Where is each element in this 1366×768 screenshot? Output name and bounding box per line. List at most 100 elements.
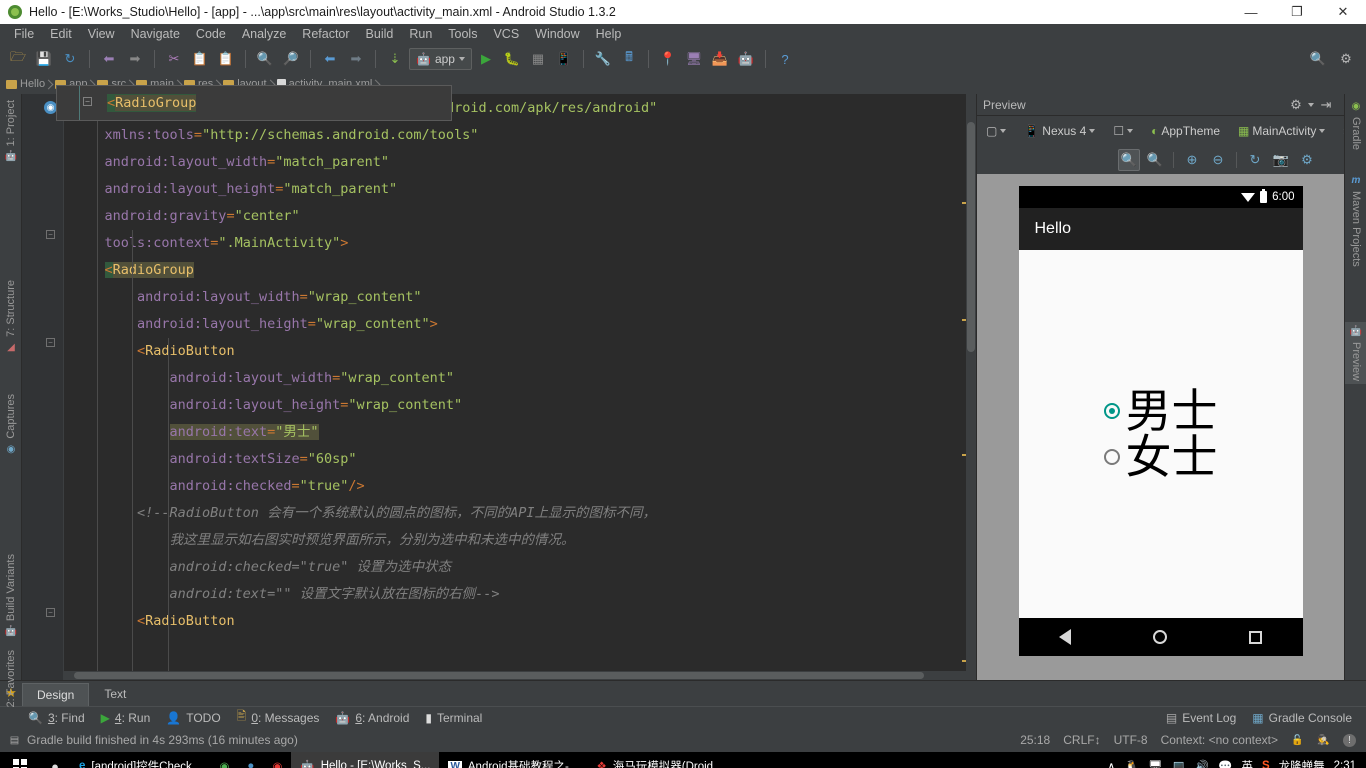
volume-icon[interactable]: 🔊 [1195,759,1209,768]
menu-vcs[interactable]: VCS [485,25,527,43]
zoom-fit-icon[interactable]: 🔍 [1118,149,1140,171]
editor-vertical-scrollbar[interactable] [966,94,976,680]
taskbar-item-netease[interactable]: ◉ [263,752,291,768]
code-editor[interactable]: ◉ − − − <LinearLayout xmlns:android="htt… [22,94,976,680]
device-monitor-icon[interactable]: 📥 [708,47,732,71]
run-configuration-selector[interactable]: 🤖 app [409,48,472,70]
refresh-icon[interactable]: ↻ [1244,149,1266,171]
network-icon[interactable]: 💻 [1171,759,1185,768]
sidebar-item-preview[interactable]: 🤖 Preview [1345,322,1366,385]
taskbar-item-edge[interactable]: e [android]控件Check... [70,752,210,768]
qq-icon[interactable]: 🐧 [1125,759,1139,768]
home-nav-icon[interactable] [1152,630,1167,644]
gear-icon[interactable]: ⚙ [1284,93,1308,117]
project-structure-icon[interactable]: 🖥 [682,47,706,71]
editor-gutter[interactable]: ◉ − − − [22,94,64,680]
screenshot-icon[interactable]: 📷 [1270,149,1292,171]
fold-marker-radiobutton2[interactable]: − [46,608,55,617]
zoom-in-icon[interactable]: ⊕ [1181,149,1203,171]
sidebar-item-favorites[interactable]: 2: Favorites [0,650,22,707]
toolwindow-android[interactable]: 🤖 6: Android [335,711,409,725]
radio-option-female[interactable]: 女士 [1103,434,1218,480]
tray-expand-icon[interactable]: ∧ [1107,759,1115,768]
toolwindow-todo[interactable]: 👤 TODO [166,711,220,725]
tab-text[interactable]: Text [89,682,141,706]
line-separator[interactable]: CRLF↕ [1063,733,1100,747]
menu-help[interactable]: Help [588,25,630,43]
menu-file[interactable]: File [6,25,42,43]
attach-debugger-icon[interactable]: 📱 [552,47,576,71]
hector-icon[interactable]: 🕵 [1317,734,1330,747]
sidebar-item-structure[interactable]: 7: Structure ◢ [0,280,22,354]
menu-navigate[interactable]: Navigate [123,25,188,43]
tray-clock[interactable]: 2:31 [1334,760,1356,768]
menu-build[interactable]: Build [358,25,402,43]
editor-horizontal-scrollbar[interactable] [64,671,966,680]
menu-window[interactable]: Window [527,25,587,43]
taskbar-item-app[interactable]: ● [238,752,263,768]
undo-icon[interactable]: ⬅ [97,47,121,71]
device-selector[interactable]: 📱 Nexus 4 [1021,122,1098,140]
menu-refactor[interactable]: Refactor [294,25,357,43]
search-everywhere-icon[interactable]: 🔍 [1306,47,1330,71]
theme-selector[interactable]: ◐ AppTheme [1148,122,1223,140]
copy-icon[interactable]: 📋 [188,47,212,71]
scrollbar-thumb[interactable] [967,122,975,352]
gear-icon[interactable]: ⚙ [1334,47,1358,71]
run-icon[interactable]: ▶ [474,47,498,71]
avd-manager-icon[interactable]: 🖩 [617,47,641,71]
toolwindow-run[interactable]: ▶ 4: Run [101,711,151,725]
taskbar-item-android-studio[interactable]: 🤖 Hello - [E:\Works_S... [291,752,440,768]
toolwindow-terminal[interactable]: ▮ Terminal [425,711,482,725]
zoom-out-icon[interactable]: ⊖ [1207,149,1229,171]
debug-icon[interactable]: 🐛 [500,47,524,71]
sidebar-item-gradle[interactable]: ◉ Gradle [1345,100,1366,150]
android-icon[interactable]: 🤖 [734,47,758,71]
menu-view[interactable]: View [80,25,123,43]
toolwindow-gradle-console[interactable]: ▦ Gradle Console [1252,711,1352,725]
sdk-manager-icon[interactable]: 🔧 [591,47,615,71]
unlock-icon[interactable]: 🔓 [1291,734,1304,747]
replace-icon[interactable]: 🔎 [279,47,303,71]
sidebar-item-maven[interactable]: m Maven Projects [1345,174,1366,267]
ime-indicator[interactable]: 英 [1241,758,1253,768]
toolwindow-event-log[interactable]: ▤ Event Log [1166,711,1236,725]
zoom-actual-icon[interactable]: 🔍 [1144,149,1166,171]
menu-code[interactable]: Code [188,25,234,43]
sidebar-item-captures[interactable]: Captures ◉ [0,394,22,456]
breadcrumb-item-hello[interactable]: Hello [6,78,52,90]
windows-start-icon[interactable] [0,752,40,768]
compile-icon[interactable]: ⇣ [383,47,407,71]
scrollbar-thumb[interactable] [74,672,924,679]
menu-analyze[interactable]: Analyze [234,25,294,43]
caret-position[interactable]: 25:18 [1020,733,1050,747]
coverage-icon[interactable]: ▦ [526,47,550,71]
back-nav-icon[interactable] [1059,629,1072,645]
tab-design[interactable]: Design [22,683,90,706]
sidebar-item-build-variants[interactable]: Build Variants 🤖 [0,554,22,638]
gradle-sync-icon[interactable]: 📍 [656,47,680,71]
menu-tools[interactable]: Tools [440,25,485,43]
cut-icon[interactable]: ✂ [162,47,186,71]
editor-text[interactable]: <LinearLayout xmlns:android="http://sche… [64,94,976,680]
action-center-icon[interactable]: 💬 [1218,759,1232,768]
search-icon[interactable]: 🔍 [253,47,277,71]
fold-marker-icon[interactable]: − [83,97,92,106]
sogou-icon[interactable]: S [1262,760,1270,768]
toolwindow-find[interactable]: 🔍 3: Find [28,711,85,725]
toolwindow-messages[interactable]: 🖹 0: Messages [237,707,320,728]
preview-canvas[interactable]: 6:00 Hello 男士 女士 [977,174,1344,680]
menu-edit[interactable]: Edit [42,25,80,43]
sync-icon[interactable]: ↻ [58,47,82,71]
api-version-selector[interactable]: ☐ [1110,122,1136,140]
menu-run[interactable]: Run [401,25,440,43]
activity-selector[interactable]: ▦ MainActivity [1235,122,1328,140]
fold-marker-radiobutton[interactable]: − [46,338,55,347]
taskbar-item-word[interactable]: W Android基础教程之-... [439,752,587,768]
help-icon[interactable]: ? [773,47,797,71]
minimize-button[interactable]: — [1228,0,1274,24]
context-indicator[interactable]: Context: <no context> [1161,733,1278,747]
back-icon[interactable]: ⬅ [318,47,342,71]
device-orientation-selector[interactable]: ▢ [983,122,1009,140]
open-folder-icon[interactable]: 🗁 [6,47,30,71]
